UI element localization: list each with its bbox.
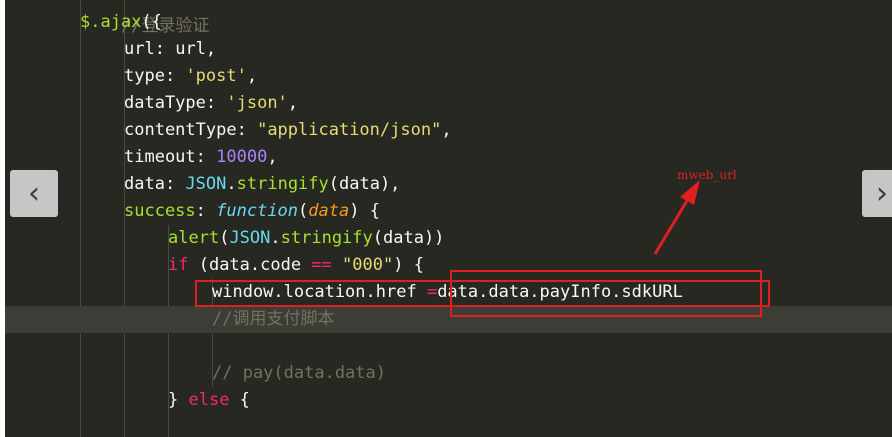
code-line: //调用支付脚本	[212, 306, 334, 333]
code-function: stringify	[236, 174, 329, 194]
code-key: contentType	[124, 120, 237, 140]
code-builtin: JSON	[229, 228, 271, 248]
code-value: url	[175, 39, 206, 59]
code-line: dataType: 'json',	[124, 93, 299, 113]
annotation-label: mweb_url	[677, 168, 737, 182]
code-key: url	[124, 39, 155, 59]
code-keyword: function	[216, 201, 299, 221]
code-line: timeout: 10000,	[124, 147, 278, 167]
code-key: data	[124, 174, 165, 194]
ajax-call: $.ajax	[80, 12, 142, 32]
code-string: 'post'	[185, 66, 247, 86]
code-line: } else {	[168, 387, 250, 414]
code-punct: ({	[141, 12, 162, 32]
code-line: alert(JSON.stringify(data))	[168, 228, 445, 248]
code-args: (data))	[372, 228, 445, 248]
next-button[interactable]: ›	[862, 170, 892, 217]
code-string: 'json'	[226, 93, 288, 113]
code-string: "application/json"	[257, 120, 442, 140]
code-string: "000"	[342, 255, 394, 275]
code-key: dataType	[124, 93, 206, 113]
code-param: data	[308, 201, 350, 221]
code-key: success	[124, 201, 196, 221]
code-line: url: url,	[124, 39, 217, 59]
code-keyword: if	[168, 255, 189, 275]
code-punct: {	[229, 390, 250, 410]
code-punct: ) {	[393, 255, 424, 275]
code-editor: //登录验证 $.ajax({ url: url, type: 'post', …	[5, 0, 892, 437]
code-builtin: JSON	[185, 174, 227, 194]
code-key: type	[124, 66, 165, 86]
code-line: type: 'post',	[124, 66, 258, 86]
code-punct: }	[168, 390, 189, 410]
code-args: (data),	[328, 174, 401, 194]
code-line: data: JSON.stringify(data),	[124, 174, 401, 194]
code-line: // pay(data.data)	[212, 360, 386, 387]
code-line: $.ajax({	[80, 9, 162, 36]
code-line: success: function(data) {	[124, 201, 380, 221]
code-comment: // pay(data.data)	[212, 363, 386, 383]
code-line: if (data.code == "000") {	[168, 252, 424, 279]
code-condition: (data.code	[188, 255, 312, 275]
chevron-left-icon: ‹	[28, 176, 40, 211]
code-keyword: else	[188, 390, 230, 410]
chevron-right-icon: ›	[876, 176, 888, 211]
code-comment: //调用支付脚本	[212, 309, 335, 329]
code-function: stringify	[280, 228, 373, 248]
code-line: contentType: "application/json",	[124, 120, 452, 140]
code-operator: ==	[311, 255, 332, 275]
code-number: 10000	[216, 147, 268, 167]
prev-button[interactable]: ‹	[10, 170, 58, 217]
code-function: alert	[168, 228, 220, 248]
highlight-box-value	[450, 270, 762, 317]
code-key: timeout	[124, 147, 196, 167]
